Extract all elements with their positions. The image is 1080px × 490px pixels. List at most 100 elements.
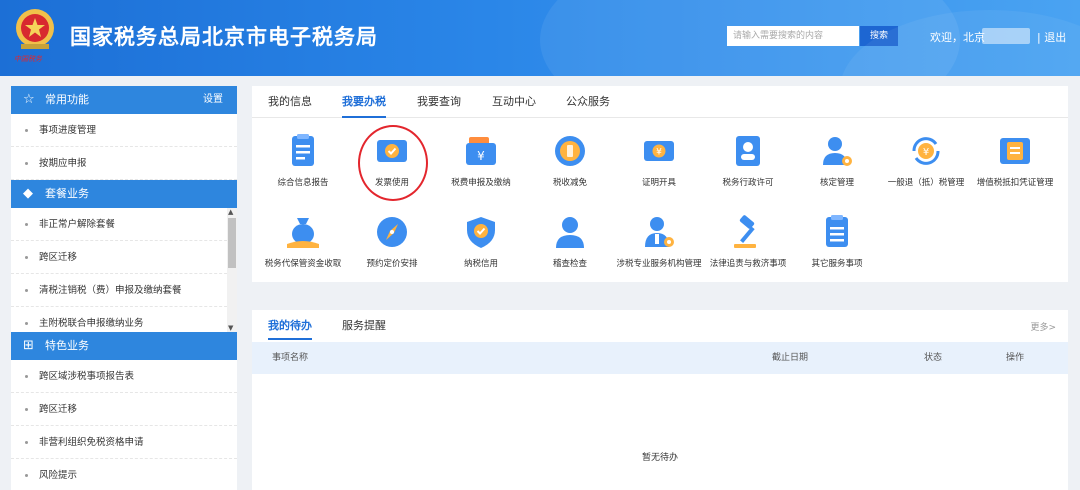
- sidebar-item[interactable]: 非营利组织免税资格申请: [11, 426, 237, 459]
- tab-tax-handling[interactable]: 我要办税: [342, 86, 386, 118]
- sidebar-item[interactable]: 事项进度管理: [11, 114, 237, 147]
- shield-heart-icon: [467, 217, 495, 248]
- service-label: 核定管理: [819, 178, 854, 188]
- service-label: 预约定价安排: [366, 259, 418, 269]
- settings-link[interactable]: 设置: [203, 86, 223, 114]
- empty-state-text: 暂无待办: [641, 453, 678, 463]
- service-label: 一般退（抵）税管理: [887, 178, 965, 188]
- star-icon: ☆: [23, 92, 35, 107]
- service-legal[interactable]: 法律追责与救济事项: [703, 214, 793, 270]
- sidebar-item[interactable]: 清税注销税（费）申报及缴纳套餐: [11, 274, 237, 307]
- gavel-icon: [734, 215, 756, 248]
- package-list: 非正常户解除套餐 跨区迁移 清税注销税（费）申报及缴纳套餐 主附税联合申报缴纳业…: [11, 208, 237, 332]
- service-other[interactable]: 其它服务事项: [792, 214, 882, 270]
- service-label: 税收减免: [552, 178, 587, 188]
- sidebar-section-common[interactable]: ☆ 常用功能 设置: [11, 86, 237, 114]
- org-gear-icon: [645, 217, 674, 247]
- svg-text:¥: ¥: [477, 149, 485, 163]
- todo-card: 我的待办 服务提醒 更多> 事项名称 截止日期 状态 操作 暂无待办: [252, 310, 1068, 490]
- service-refund[interactable]: ¥ 一般退（抵）税管理: [881, 133, 971, 189]
- sidebar: ☆ 常用功能 设置 事项进度管理 按期应申报 ◆ 套餐业务 非正常户解除套餐 跨…: [11, 86, 237, 490]
- sidebar-item[interactable]: 按期应申报: [11, 147, 237, 180]
- coin-icon: [555, 136, 585, 166]
- tab-my-todo[interactable]: 我的待办: [268, 310, 312, 342]
- sidebar-item[interactable]: 非正常户解除套餐: [11, 208, 237, 241]
- service-label: 税务行政许可: [722, 178, 774, 188]
- todo-tabs: 我的待办 服务提醒 更多>: [252, 310, 1068, 342]
- scrollbar-thumb[interactable]: [228, 218, 236, 268]
- sidebar-item[interactable]: 跨区迁移: [11, 393, 237, 426]
- inspector-icon: [556, 217, 584, 248]
- service-admin-license[interactable]: 税务行政许可: [703, 133, 793, 189]
- section-title: 套餐业务: [45, 187, 89, 200]
- table-header: 事项名称 截止日期 状态 操作: [252, 342, 1068, 374]
- service-label: 增值税抵扣凭证管理: [976, 178, 1054, 188]
- top-header: 中国税务 国家税务总局北京市电子税务局 请输入需要搜索的内容 搜索 欢迎，北京 …: [0, 0, 1080, 76]
- section-title: 特色业务: [45, 339, 89, 352]
- svg-text:¥: ¥: [923, 147, 929, 158]
- search-input[interactable]: 请输入需要搜索的内容: [727, 26, 859, 46]
- layers-icon: ◆: [23, 186, 33, 201]
- service-label: 证明开具: [641, 178, 676, 188]
- service-label: 税务代保管资金收取: [264, 259, 342, 269]
- welcome-text: 欢迎，北京: [930, 31, 985, 44]
- tab-public-service[interactable]: 公众服务: [566, 86, 610, 118]
- service-tax-relief[interactable]: 税收减免: [525, 133, 615, 189]
- compass-icon: [377, 217, 407, 247]
- section-title: 常用功能: [45, 93, 89, 106]
- service-declaration[interactable]: ¥ 税费申报及缴纳: [436, 133, 526, 189]
- service-label: 综合信息报告: [277, 178, 329, 188]
- site-title: 国家税务总局北京市电子税务局: [70, 25, 378, 49]
- highlight-circle: [358, 125, 428, 201]
- column-header: 事项名称: [272, 353, 309, 363]
- service-agency-management[interactable]: 涉税专业服务机构管理: [614, 214, 704, 270]
- service-certificate[interactable]: ¥ 证明开具: [614, 133, 704, 189]
- sidebar-item[interactable]: 风险提示: [11, 459, 237, 490]
- service-label: 涉税专业服务机构管理: [616, 259, 702, 269]
- wallet-icon: ¥: [466, 137, 496, 165]
- service-label: 稽查检查: [552, 259, 587, 269]
- money-bag-icon: [287, 218, 319, 248]
- service-label: 其它服务事项: [811, 259, 863, 269]
- scroll-up-icon[interactable]: ▲: [228, 208, 233, 216]
- tab-query[interactable]: 我要查询: [417, 86, 461, 118]
- tab-service-reminder[interactable]: 服务提醒: [342, 310, 386, 342]
- ticket-icon: [1000, 138, 1030, 164]
- service-fund-custody[interactable]: 税务代保管资金收取: [258, 214, 348, 270]
- tab-my-info[interactable]: 我的信息: [268, 86, 312, 118]
- service-label: 法律追责与救济事项: [709, 259, 787, 269]
- certificate-icon: ¥: [644, 141, 674, 161]
- column-header: 操作: [1006, 353, 1025, 363]
- more-link[interactable]: 更多>: [1030, 320, 1056, 333]
- service-report[interactable]: 综合信息报告: [258, 133, 348, 189]
- sidebar-section-special[interactable]: ⊞ 特色业务: [11, 332, 237, 360]
- document-list-icon: [826, 215, 848, 247]
- svg-text:¥: ¥: [656, 148, 662, 158]
- sidebar-section-package[interactable]: ◆ 套餐业务: [11, 180, 237, 208]
- column-header: 截止日期: [772, 353, 809, 363]
- service-label: 税费申报及缴纳: [451, 178, 511, 188]
- main-tabs: 我的信息 我要办税 我要查询 互动中心 公众服务: [252, 86, 1068, 118]
- search-button[interactable]: 搜索: [860, 26, 898, 46]
- username-mask: [982, 28, 1030, 44]
- user-gear-icon: [823, 137, 852, 166]
- tab-interaction[interactable]: 互动中心: [492, 86, 536, 118]
- refund-icon: ¥: [912, 137, 940, 165]
- service-credit[interactable]: 纳税信用: [436, 214, 526, 270]
- service-vat-deduction[interactable]: 增值税抵扣凭证管理: [970, 133, 1060, 189]
- service-inspection[interactable]: 稽查检查: [525, 214, 615, 270]
- report-icon: [292, 134, 314, 166]
- scroll-down-icon[interactable]: ▼: [228, 324, 233, 332]
- grid-icon: ⊞: [23, 338, 34, 353]
- sidebar-item[interactable]: 跨区迁移: [11, 241, 237, 274]
- list-scrollbar[interactable]: ▲ ▼: [227, 208, 237, 332]
- sidebar-item[interactable]: 跨区域涉税事项报告表: [11, 360, 237, 393]
- column-header: 状态: [924, 353, 943, 363]
- service-label: 纳税信用: [463, 259, 498, 269]
- sidebar-item[interactable]: 主附税联合申报缴纳业务: [11, 307, 237, 332]
- id-card-icon: [736, 136, 760, 166]
- logout-link[interactable]: | 退出: [1037, 29, 1066, 45]
- service-assessment[interactable]: 核定管理: [792, 133, 882, 189]
- emblem-caption: 中国税务: [14, 55, 42, 63]
- service-pricing[interactable]: 预约定价安排: [347, 214, 437, 270]
